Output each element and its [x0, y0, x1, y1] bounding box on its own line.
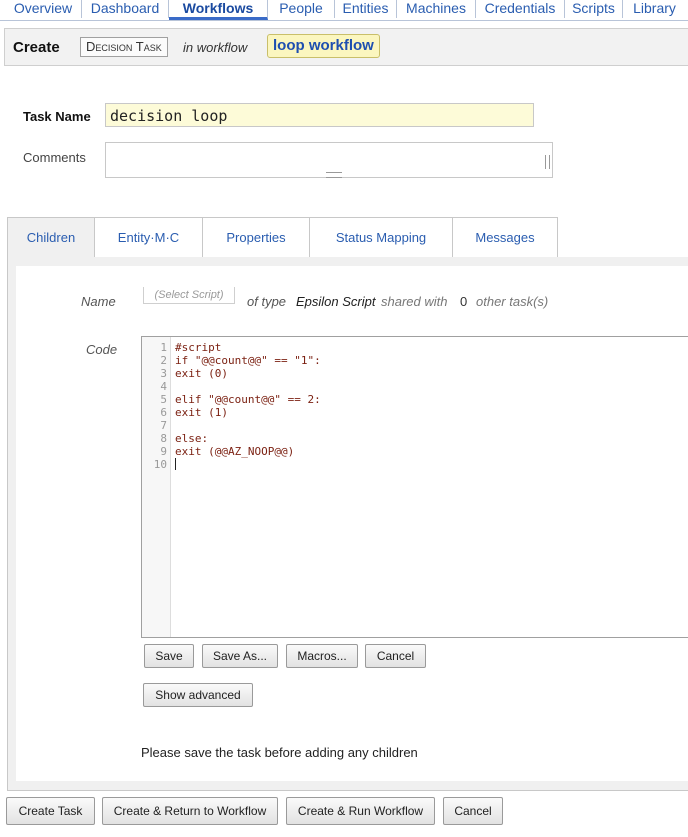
tab-panel: Name (Select Script) of type Epsilon Scr…	[7, 257, 688, 791]
select-script-dropdown[interactable]: (Select Script)	[143, 287, 235, 304]
cancel-script-button[interactable]: Cancel	[365, 644, 426, 668]
comments-textarea[interactable]	[105, 142, 553, 178]
create-task-button[interactable]: Create Task	[6, 797, 95, 825]
code-line: exit (@@AZ_NOOP@@)	[175, 445, 295, 458]
in-workflow-label: in workflow	[183, 40, 248, 55]
nav-tab-entities[interactable]: Entities	[335, 0, 397, 18]
show-advanced-button[interactable]: Show advanced	[143, 683, 253, 707]
of-type-label: of type	[247, 294, 287, 309]
scrollbar-grip-icon[interactable]	[545, 155, 550, 169]
code-line: if "@@count@@" == "1":	[175, 354, 321, 367]
line-number: 7	[160, 419, 167, 432]
script-type-value: Epsilon Script	[296, 294, 376, 309]
create-return-button[interactable]: Create & Return to Workflow	[102, 797, 278, 825]
create-run-button[interactable]: Create & Run Workflow	[286, 797, 435, 825]
line-number: 5	[160, 393, 167, 406]
line-number: 10	[153, 458, 167, 471]
shared-count: 0	[460, 294, 468, 309]
task-name-input[interactable]: decision loop	[105, 103, 534, 127]
line-number: 9	[160, 445, 167, 458]
top-nav: Overview Dashboard Workflows People Enti…	[0, 0, 688, 21]
cancel-button[interactable]: Cancel	[443, 797, 503, 825]
code-editor[interactable]: 1 2 3 4 5 6 7 8 9 10 #script if "@@count…	[141, 336, 688, 638]
code-line: exit (1)	[175, 406, 228, 419]
save-script-button[interactable]: Save	[144, 644, 194, 668]
children-panel: Name (Select Script) of type Epsilon Scr…	[16, 266, 688, 781]
line-number: 3	[160, 367, 167, 380]
tab-entity-mc[interactable]: Entity·M·C	[95, 218, 203, 258]
tab-messages[interactable]: Messages	[453, 218, 557, 258]
task-type-badge: Decision Task	[80, 37, 168, 57]
tab-children[interactable]: Children	[8, 218, 95, 258]
nav-tab-library[interactable]: Library	[623, 0, 686, 18]
line-number: 1	[160, 341, 167, 354]
line-number: 4	[160, 380, 167, 393]
other-tasks-label: other task(s)	[476, 294, 549, 309]
code-line: exit (0)	[175, 367, 228, 380]
task-name-label: Task Name	[23, 109, 91, 124]
shared-with-label: shared with	[381, 294, 448, 309]
tab-properties[interactable]: Properties	[203, 218, 310, 258]
script-name-label: Name	[81, 294, 116, 309]
code-label: Code	[86, 342, 118, 357]
workflow-name-link[interactable]: loop workflow	[267, 34, 380, 58]
line-number: 2	[160, 354, 167, 367]
tab-status-mapping[interactable]: Status Mapping	[310, 218, 453, 258]
create-header: Create Decision Task in workflow loop wo…	[4, 28, 688, 66]
comments-label: Comments	[23, 150, 86, 165]
save-as-button[interactable]: Save As...	[202, 644, 278, 668]
line-number: 6	[160, 406, 167, 419]
line-number-gutter: 1 2 3 4 5 6 7 8 9 10	[142, 337, 171, 637]
nav-tab-scripts[interactable]: Scripts	[565, 0, 623, 18]
children-message: Please save the task before adding any c…	[141, 745, 418, 760]
task-tabs: Children Entity·M·C Properties Status Ma…	[7, 217, 558, 258]
line-number: 8	[160, 432, 167, 445]
nav-tab-people[interactable]: People	[268, 0, 335, 18]
text-cursor	[175, 458, 176, 470]
code-line: else:	[175, 432, 209, 445]
code-line: elif "@@count@@" == 2:	[175, 393, 321, 406]
macros-button[interactable]: Macros...	[286, 644, 358, 668]
nav-tab-workflows[interactable]: Workflows	[169, 0, 268, 20]
create-label: Create	[13, 39, 60, 56]
nav-tab-machines[interactable]: Machines	[397, 0, 476, 18]
nav-tab-dashboard[interactable]: Dashboard	[82, 0, 169, 18]
nav-tab-overview[interactable]: Overview	[5, 0, 82, 18]
resize-grip-icon[interactable]	[326, 172, 342, 178]
nav-tab-credentials[interactable]: Credentials	[476, 0, 565, 18]
code-line: #script	[175, 341, 222, 354]
